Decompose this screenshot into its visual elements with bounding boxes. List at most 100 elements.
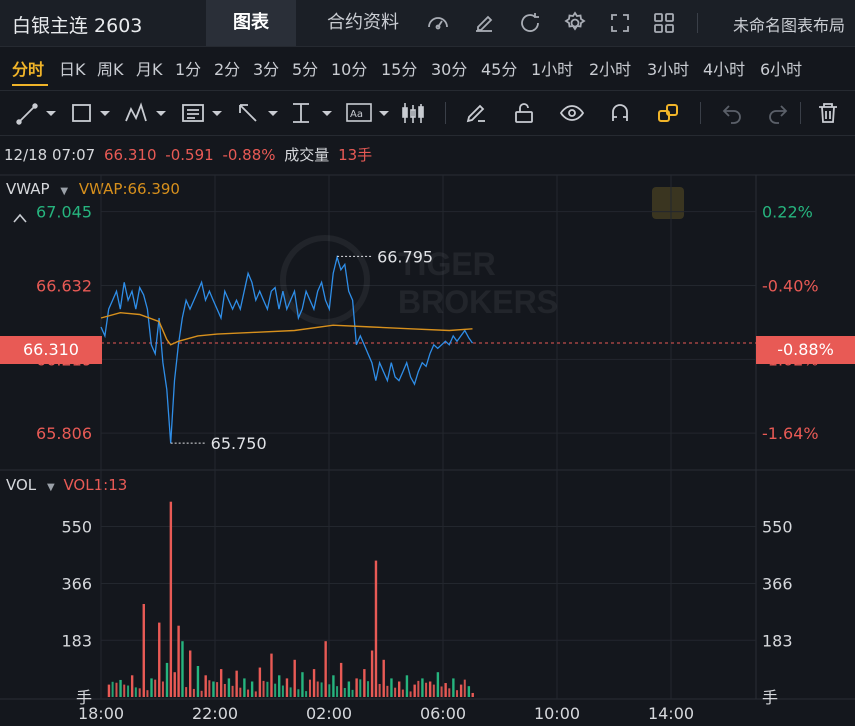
volume-tick-label: 手 <box>76 688 92 707</box>
time-axis: 18:00 22:00 02:00 06:00 10:00 14:00 <box>78 704 694 723</box>
settings-icon[interactable] <box>563 11 587 35</box>
timeframe-item[interactable]: 45分 <box>481 56 517 80</box>
link-toggle-active-bg <box>652 187 684 219</box>
link-icon[interactable] <box>656 101 680 125</box>
text-note-tool-icon[interactable] <box>180 101 224 125</box>
divider <box>697 13 698 33</box>
volume-bar <box>161 681 164 697</box>
measure-tool-icon[interactable] <box>290 101 334 125</box>
vwap-name[interactable]: VWAP <box>6 180 50 198</box>
volume-bar <box>428 681 432 697</box>
volume-bar <box>235 670 238 697</box>
time-tick-label: 22:00 <box>192 704 238 723</box>
timeframe-item[interactable]: 日K <box>59 56 86 80</box>
timeframe-item[interactable]: 3分 <box>253 56 279 80</box>
pattern-tool-icon[interactable] <box>124 101 168 125</box>
volume-tick-label: 366 <box>762 575 793 594</box>
undo-icon[interactable] <box>720 101 744 125</box>
timeframe-item[interactable]: 1小时 <box>531 56 573 80</box>
volume-bar <box>324 641 327 697</box>
volume-tick-label: 183 <box>61 631 92 650</box>
current-pct-label: -0.88% <box>756 336 855 364</box>
rectangle-tool-icon[interactable] <box>70 101 112 125</box>
collapse-icon[interactable] <box>12 212 28 224</box>
volume-bar <box>266 681 269 697</box>
price-tick-label: 65.806 <box>36 424 92 443</box>
candle-tool-icon[interactable] <box>400 101 426 125</box>
redo-icon[interactable] <box>766 101 790 125</box>
pencil-icon[interactable] <box>464 101 488 125</box>
gauge-icon[interactable] <box>426 11 450 35</box>
edit-icon[interactable] <box>472 11 496 35</box>
volume-tick-label: 手 <box>762 688 778 707</box>
grid-icon[interactable] <box>652 11 676 35</box>
volume-bar <box>370 650 374 697</box>
caret-down-icon[interactable]: ▼ <box>60 186 68 197</box>
volume-bar <box>115 682 118 697</box>
annotation-label: 66.795 <box>377 247 433 266</box>
unlock-icon[interactable] <box>512 101 536 125</box>
timeframe-item[interactable]: 4小时 <box>703 56 745 80</box>
timeframe-item[interactable]: 分时 <box>12 56 44 80</box>
timeframe-item[interactable]: 月K <box>136 56 163 80</box>
caret-down-icon[interactable]: ▼ <box>47 482 55 493</box>
volume-tick-label: 550 <box>61 518 92 537</box>
line-tool-icon[interactable] <box>16 101 58 125</box>
volume-bar <box>243 678 246 697</box>
volume-bar <box>270 653 273 697</box>
volume-bar <box>250 681 254 697</box>
drawing-toolbar: Aa <box>0 90 855 219</box>
timeframe-item[interactable]: 1分 <box>175 56 201 80</box>
label-tool-icon[interactable]: Aa <box>345 101 391 125</box>
volume-bar <box>274 683 277 697</box>
timeframe-item[interactable]: 5分 <box>292 56 318 80</box>
volume-bar <box>134 687 137 697</box>
timeframe-item[interactable]: 2小时 <box>589 56 631 80</box>
magnet-icon[interactable] <box>608 101 632 125</box>
timeframe-item[interactable]: 15分 <box>381 56 417 80</box>
timeframe-item[interactable]: 30分 <box>431 56 467 80</box>
price-tick-label: 67.045 <box>36 203 92 222</box>
vwap-line <box>100 311 473 346</box>
volume-bar <box>247 689 250 697</box>
volume-bar <box>192 688 195 697</box>
volume-tick-label: 550 <box>762 518 793 537</box>
timeframe-item[interactable]: 周K <box>97 56 124 80</box>
tab-contract-info[interactable]: 合约资料 <box>318 0 408 46</box>
eye-icon[interactable] <box>560 101 584 125</box>
volume-bar <box>119 679 122 697</box>
watermark-line2: BROKERS <box>398 284 558 320</box>
volume-bar <box>281 685 284 697</box>
volume-bar <box>200 690 203 697</box>
layout-name[interactable]: 未命名图表布局 <box>733 12 845 36</box>
volume-bar <box>452 678 455 697</box>
timeframe-item[interactable]: 3小时 <box>647 56 689 80</box>
timeframe-item[interactable]: 2分 <box>214 56 240 80</box>
volume-bar <box>285 678 289 697</box>
refresh-icon[interactable] <box>518 11 542 35</box>
trash-icon[interactable] <box>816 101 840 125</box>
volume-bar <box>107 684 111 697</box>
vwap-value: VWAP:66.390 <box>78 180 180 198</box>
info-price: 66.310 <box>104 146 157 164</box>
volume-bar <box>111 681 114 697</box>
volume-bar <box>312 669 316 697</box>
fullscreen-icon[interactable] <box>608 11 632 35</box>
volume-bar <box>316 681 319 697</box>
annotation-label: 65.750 <box>211 434 267 453</box>
current-price-label: 66.310 <box>0 336 102 364</box>
timeframe-bar: 分时 日K 周K 月K 1分 2分 3分 5分 10分 15分 30分 45分 … <box>0 46 855 88</box>
timeframe-item[interactable]: 6小时 <box>760 56 802 80</box>
arrow-tool-icon[interactable] <box>236 101 280 125</box>
volume-bar <box>409 691 412 697</box>
volume-bar <box>351 689 354 697</box>
volume-bar <box>394 687 397 697</box>
volume-tick-label: 366 <box>61 575 92 594</box>
symbol-title[interactable]: 白银主连 2603 <box>12 11 142 38</box>
vol-name[interactable]: VOL <box>6 476 36 494</box>
price-line <box>100 254 474 444</box>
tab-chart[interactable]: 图表 <box>206 0 296 46</box>
timeframe-item[interactable]: 10分 <box>331 56 367 80</box>
price-series <box>100 254 474 444</box>
volume-bar <box>177 625 180 697</box>
